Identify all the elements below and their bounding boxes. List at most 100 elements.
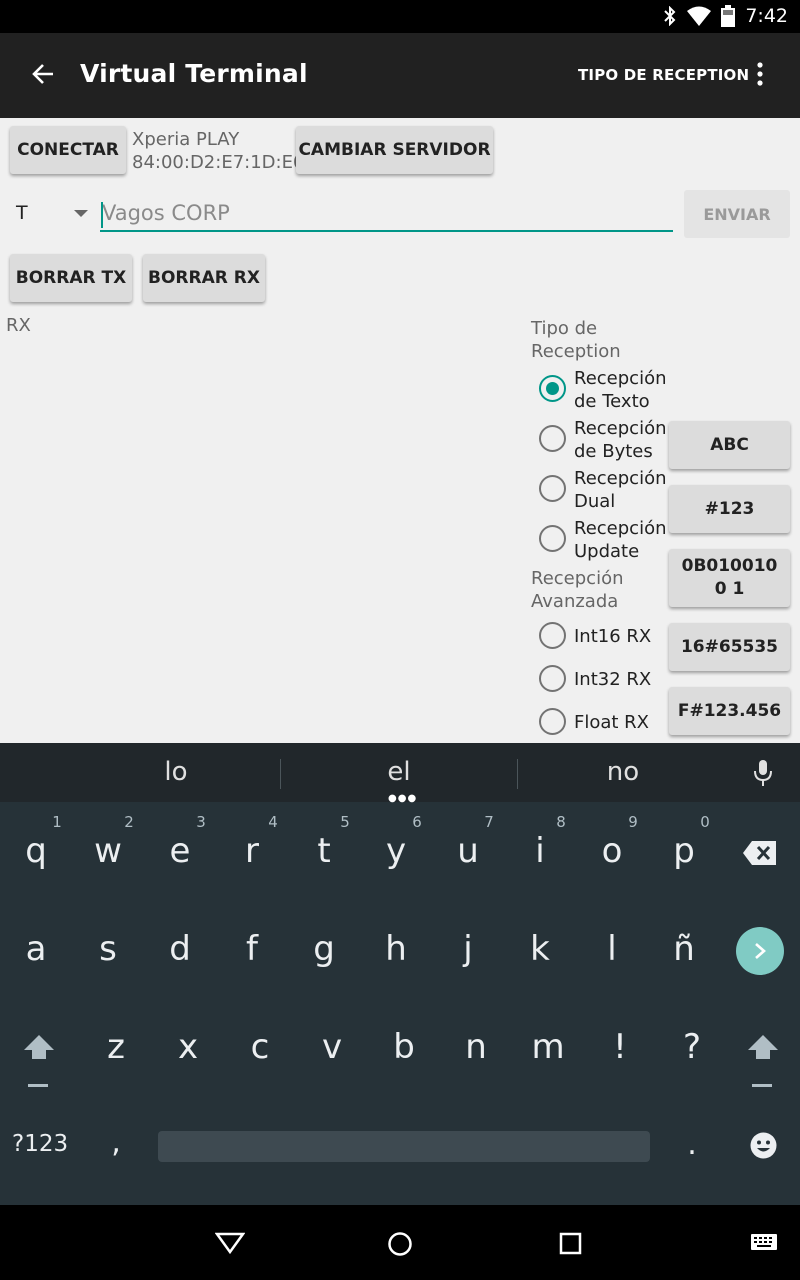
nav-home-button[interactable] xyxy=(387,1231,413,1261)
shift-key-left[interactable] xyxy=(22,1033,56,1093)
soft-keyboard: lo el no ●●● 1 2 3 4 5 6 7 8 9 0 q w e r… xyxy=(0,743,800,1205)
format-decimal-button[interactable]: #123 xyxy=(669,485,790,533)
reception-option-label: Recepción Update xyxy=(574,518,667,562)
key-c[interactable]: c xyxy=(230,1027,290,1067)
number-hint: 2 xyxy=(124,813,134,831)
key-s[interactable]: s xyxy=(78,929,138,969)
key-q[interactable]: q xyxy=(6,831,66,871)
shift-icon xyxy=(748,1035,778,1087)
symbols-key[interactable]: ?123 xyxy=(12,1131,68,1157)
advanced-option-label: Int32 RX xyxy=(574,669,652,690)
circle-home-icon xyxy=(388,1232,412,1256)
key-n[interactable]: n xyxy=(446,1027,506,1067)
key-question[interactable]: ? xyxy=(662,1027,722,1067)
suggestion-item[interactable]: el xyxy=(319,757,479,787)
key-f[interactable]: f xyxy=(222,929,282,969)
suggestion-strip: lo el no ●●● xyxy=(0,743,800,804)
reception-option-label: Recepción de Texto xyxy=(574,368,667,412)
chevron-right-icon xyxy=(755,943,766,959)
key-k[interactable]: k xyxy=(510,929,570,969)
key-j[interactable]: j xyxy=(438,929,498,969)
change-server-button[interactable]: CAMBIAR SERVIDOR xyxy=(296,126,493,174)
radio-button xyxy=(539,708,566,735)
key-p[interactable]: p xyxy=(654,831,714,871)
wifi-icon xyxy=(687,6,712,26)
backspace-key[interactable] xyxy=(742,840,778,870)
device-name: Xperia PLAY xyxy=(132,129,240,150)
reception-type-heading: Tipo de Reception xyxy=(531,318,621,362)
key-e[interactable]: e xyxy=(150,831,210,871)
device-mac: 84:00:D2:E7:1D:E0 xyxy=(132,152,305,173)
message-input[interactable] xyxy=(100,196,673,232)
dropdown-arrow-icon xyxy=(74,210,88,217)
key-exclamation[interactable]: ! xyxy=(590,1027,650,1067)
key-w[interactable]: w xyxy=(78,831,138,871)
suggestion-divider xyxy=(517,759,518,789)
suggestion-item[interactable]: lo xyxy=(96,757,256,787)
key-comma[interactable]: , xyxy=(86,1125,146,1160)
send-button[interactable]: ENVIAR xyxy=(684,190,790,238)
back-button[interactable] xyxy=(22,55,64,97)
radio-button xyxy=(539,425,566,452)
key-n-tilde[interactable]: ñ xyxy=(654,929,714,969)
radio-button-checked xyxy=(539,375,566,402)
format-binary-button[interactable]: 0B0100100 1 xyxy=(669,549,790,607)
emoji-icon xyxy=(750,1132,777,1159)
keyboard-icon xyxy=(751,1234,777,1250)
key-l[interactable]: l xyxy=(582,929,642,969)
mode-spinner-value: T xyxy=(16,202,28,224)
radio-button xyxy=(539,622,566,649)
key-d[interactable]: d xyxy=(150,929,210,969)
clear-rx-button[interactable]: BORRAR RX xyxy=(143,254,265,302)
battery-icon xyxy=(721,5,736,27)
format-abc-button[interactable]: ABC xyxy=(669,421,790,469)
emoji-key[interactable] xyxy=(750,1132,777,1163)
key-u[interactable]: u xyxy=(438,831,498,871)
key-t[interactable]: t xyxy=(294,831,354,871)
key-r[interactable]: r xyxy=(222,831,282,871)
shift-key-right[interactable] xyxy=(746,1033,780,1093)
connect-button[interactable]: CONECTAR xyxy=(10,126,126,174)
key-i[interactable]: i xyxy=(510,831,570,871)
format-float-button[interactable]: F#123.456 xyxy=(669,687,790,735)
nav-back-button[interactable] xyxy=(214,1231,246,1259)
clear-tx-button[interactable]: BORRAR TX xyxy=(10,254,132,302)
key-period[interactable]: . xyxy=(662,1127,722,1162)
reception-option-label: Recepción Dual xyxy=(574,468,667,512)
overflow-menu-button[interactable] xyxy=(744,57,776,95)
key-y[interactable]: y xyxy=(366,831,426,871)
key-v[interactable]: v xyxy=(302,1027,362,1067)
number-hint: 0 xyxy=(700,813,710,831)
mic-icon[interactable] xyxy=(752,759,774,791)
radio-button xyxy=(539,475,566,502)
rx-label: RX xyxy=(6,315,31,336)
key-h[interactable]: h xyxy=(366,929,426,969)
reception-option-label: Recepción de Bytes xyxy=(574,418,667,462)
number-hint: 8 xyxy=(556,813,566,831)
app-title: Virtual Terminal xyxy=(80,59,308,88)
key-g[interactable]: g xyxy=(294,929,354,969)
format-int16-button[interactable]: 16#65535 xyxy=(669,623,790,671)
number-hint: 1 xyxy=(52,813,62,831)
key-m[interactable]: m xyxy=(518,1027,578,1067)
backspace-icon xyxy=(743,841,776,865)
space-bar[interactable] xyxy=(158,1131,650,1162)
key-z[interactable]: z xyxy=(86,1027,146,1067)
more-vert-icon xyxy=(757,62,763,90)
main-content: CONECTAR Xperia PLAY 84:00:D2:E7:1D:E0 C… xyxy=(0,118,800,743)
text-cursor xyxy=(101,202,103,228)
suggestion-item[interactable]: no xyxy=(543,757,703,787)
number-hint: 9 xyxy=(628,813,638,831)
nav-recents-button[interactable] xyxy=(559,1232,583,1260)
clock: 7:42 xyxy=(745,5,788,27)
key-b[interactable]: b xyxy=(374,1027,434,1067)
key-x[interactable]: x xyxy=(158,1027,218,1067)
tipo-reception-action[interactable]: TIPO DE RECEPTION xyxy=(578,66,749,84)
key-a[interactable]: a xyxy=(6,929,66,969)
radio-button xyxy=(539,525,566,552)
status-bar: 7:42 xyxy=(0,0,800,33)
next-key[interactable] xyxy=(736,927,784,975)
keyboard-switch-button[interactable] xyxy=(750,1233,778,1257)
key-o[interactable]: o xyxy=(582,831,642,871)
app-toolbar: Virtual Terminal TIPO DE RECEPTION xyxy=(0,33,800,118)
